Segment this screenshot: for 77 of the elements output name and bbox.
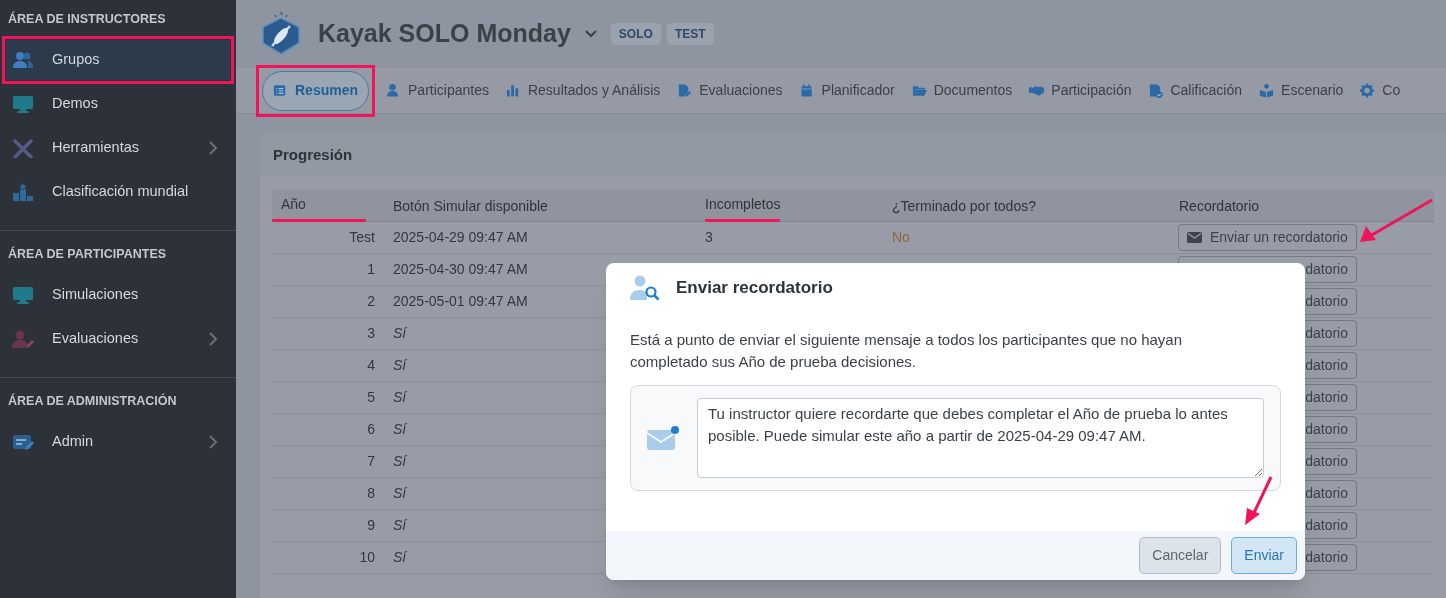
podium-icon — [12, 182, 34, 202]
sidebar-item[interactable]: Simulaciones — [6, 275, 230, 315]
bar-chart-icon — [505, 83, 521, 98]
sidebar-item[interactable]: Admin — [6, 422, 230, 462]
table-cell-text: 2 — [366, 292, 376, 311]
table-cell-text: 10 — [358, 548, 376, 567]
chevron-down-icon — [584, 30, 597, 38]
settings-icon — [1360, 83, 1376, 98]
user-search-icon — [630, 275, 660, 301]
envelope-icon — [1187, 232, 1202, 243]
tab[interactable]: Documentos — [911, 70, 1013, 111]
tab[interactable]: Co — [1360, 70, 1401, 111]
user-pen-icon — [12, 329, 34, 349]
page-title: Kayak SOLO Monday — [318, 18, 571, 50]
dialog-button[interactable]: Cancelar — [1139, 537, 1222, 574]
table-cell: Sí — [393, 421, 407, 437]
table-cell: Sí — [393, 453, 407, 469]
monitor-icon — [12, 285, 34, 305]
table-cell-text: 1 — [366, 260, 376, 279]
card-pen-icon — [12, 432, 34, 452]
tab[interactable]: Calificación — [1148, 70, 1243, 111]
table-cell-text: 9 — [366, 516, 376, 535]
table-cell: 2025-04-29 09:47 AM — [393, 229, 528, 245]
table-cell: Sí — [393, 485, 407, 501]
tab[interactable]: Resultados y Análisis — [505, 70, 661, 111]
column-header: Año — [272, 189, 366, 222]
section-heading: ÁREA DE INSTRUCTORES — [7, 10, 167, 28]
table-cell-text: Test — [348, 228, 376, 247]
column-header: ¿Terminado por todos? — [892, 196, 1036, 216]
calendar-icon — [799, 83, 815, 98]
table-cell-text: 6 — [366, 420, 376, 439]
table-cell-text: 7 — [366, 452, 376, 471]
sidebar-item[interactable]: Evaluaciones — [6, 319, 230, 359]
table-cell: 3 — [705, 229, 713, 245]
table-cell: Sí — [393, 517, 407, 533]
section-heading: ÁREA DE PARTICIPANTES — [7, 245, 168, 263]
sidebar-item[interactable]: Demos — [6, 84, 230, 124]
table-cell-text: 3 — [366, 324, 376, 343]
tab[interactable]: Planificador — [799, 70, 895, 111]
dialog-title: Enviar recordatorio — [676, 277, 833, 300]
column-header: Botón Simular disponible — [393, 196, 548, 216]
card-title: Progresión — [273, 144, 353, 165]
section-heading: ÁREA DE ADMINISTRACIÓN — [7, 392, 178, 410]
reminder-button[interactable]: Enviar un recordatorio — [1178, 224, 1357, 251]
monitor-icon — [12, 94, 34, 114]
file-check-icon — [1148, 83, 1164, 98]
column-header: Incompletos — [705, 189, 781, 222]
sidebar-item[interactable]: Grupos — [6, 40, 230, 80]
column-header: Recordatorio — [1179, 196, 1260, 216]
book-reader-icon — [1259, 83, 1275, 98]
file-pen-icon — [677, 83, 693, 98]
table-cell: 2025-04-30 09:47 AM — [393, 261, 528, 277]
message-field[interactable]: Tu instructor quiere recordarte que debes completar el Año de prueba lo antes posible. Puede simular este año a partir de 2025-04-29 09:47 AM. — [697, 398, 1264, 478]
tab[interactable]: Participación — [1029, 70, 1132, 111]
mail-icon — [647, 425, 679, 451]
list-icon — [273, 83, 288, 98]
tag: TEST — [666, 23, 714, 45]
table-cell-text: 5 — [366, 388, 376, 407]
tag: SOLO — [610, 23, 661, 45]
table-cell: No — [892, 229, 910, 245]
sidebar-item[interactable]: Herramientas — [6, 128, 230, 168]
sidebar-item[interactable]: Clasificación mundial — [6, 172, 230, 212]
table-cell-text: 4 — [366, 356, 376, 375]
table-cell: Sí — [393, 389, 407, 405]
users-icon — [12, 50, 34, 70]
tab[interactable]: Participantes — [386, 70, 489, 111]
dialog-message: Está a punto de enviar el siguiente mensaje a todos los participantes que no hayan completado sus Año de prueba decisiones. — [629, 330, 1184, 372]
tab[interactable]: Escenario — [1259, 70, 1344, 111]
table-cell: 2025-05-01 09:47 AM — [393, 293, 528, 309]
table-cell: Sí — [393, 325, 407, 341]
table-cell: Sí — [393, 357, 407, 373]
tab[interactable]: Resumen — [262, 70, 370, 111]
folder-icon — [911, 83, 927, 98]
tab[interactable]: Evaluaciones — [677, 70, 783, 111]
table-cell-text: 8 — [366, 484, 376, 503]
dialog-button[interactable]: Enviar — [1231, 537, 1297, 574]
table-cell: Sí — [393, 549, 407, 565]
